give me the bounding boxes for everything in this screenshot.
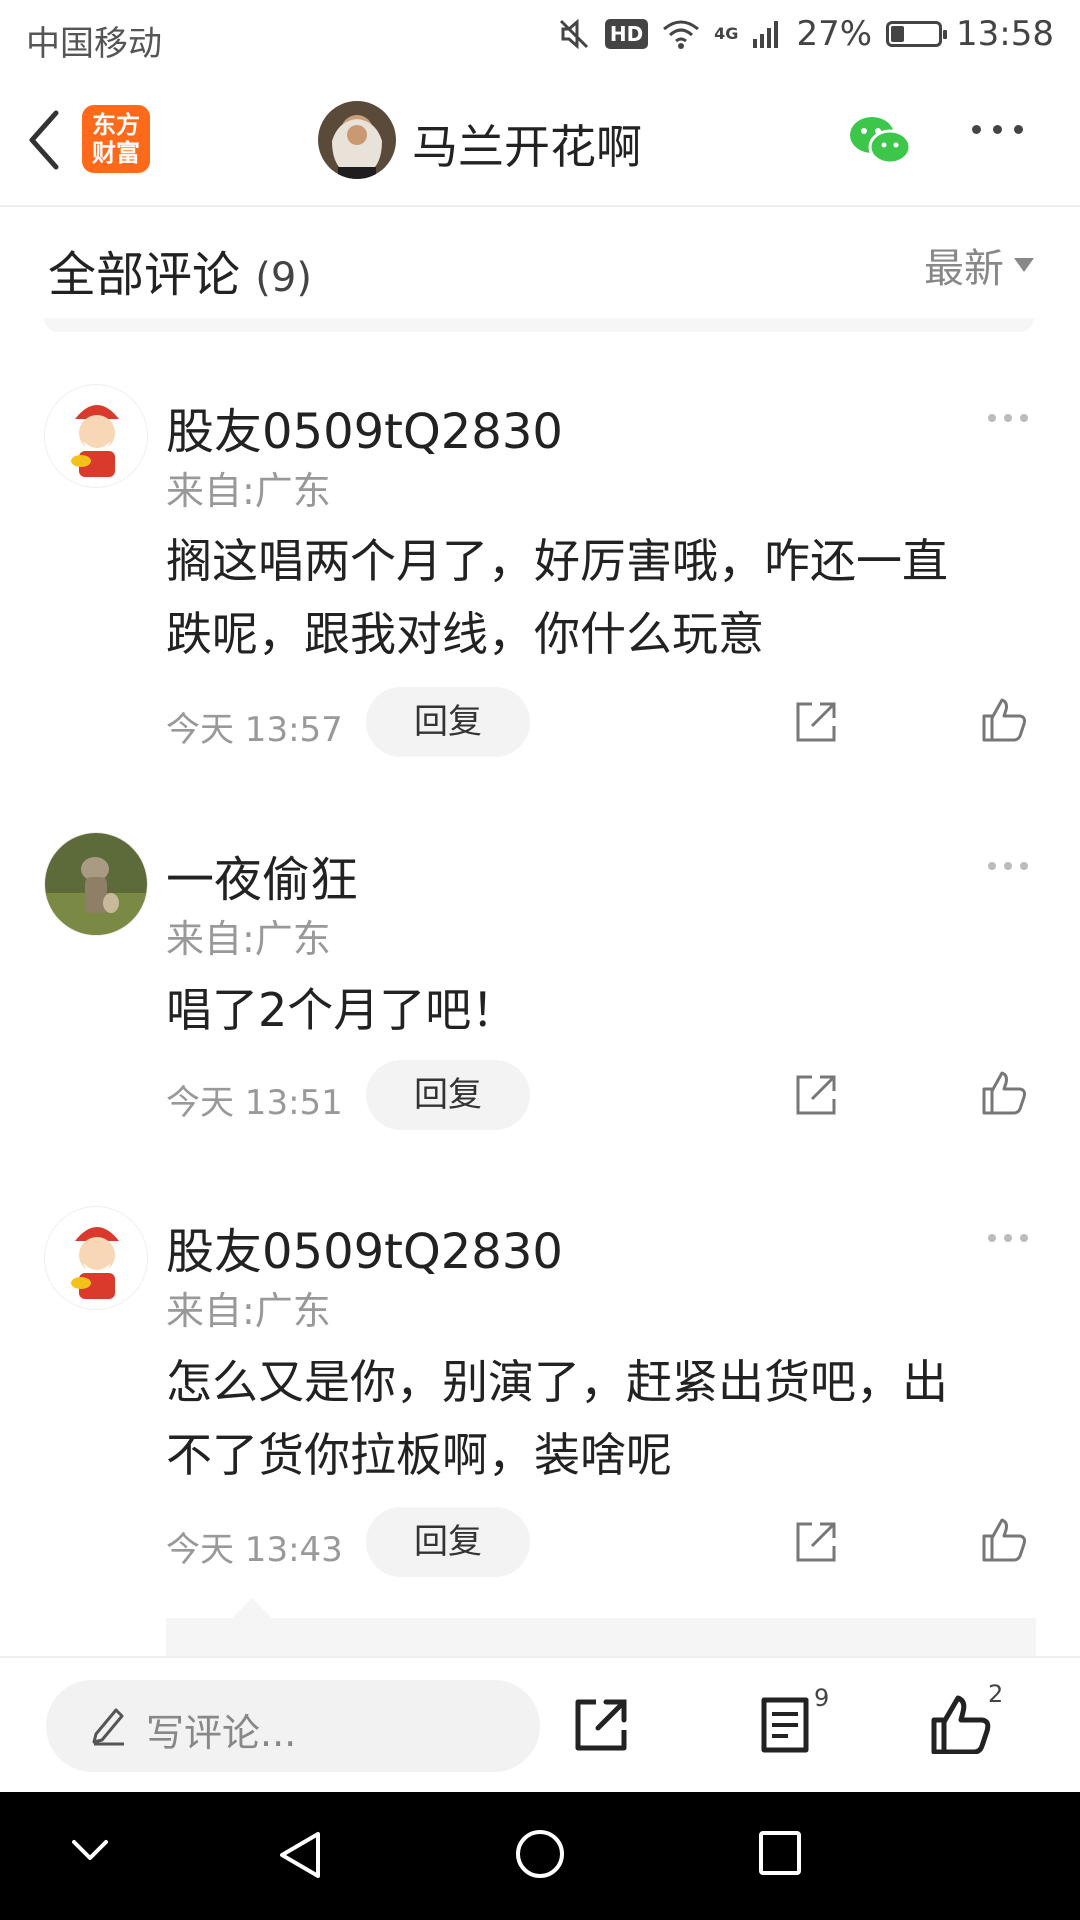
like-icon[interactable]	[980, 696, 1028, 744]
divider	[44, 318, 1034, 332]
sort-label: 最新	[924, 246, 1004, 292]
carrier-label: 中国移动	[26, 24, 162, 64]
comment-more-icon[interactable]	[988, 862, 1028, 870]
share-icon[interactable]	[792, 1071, 840, 1119]
battery-icon	[886, 21, 948, 47]
user-avatar[interactable]	[44, 384, 148, 488]
comment-text: 怎么又是你，别演了，赶紧出货吧，出 不了货你拉板啊，装啥呢	[166, 1346, 1046, 1492]
comment-more-icon[interactable]	[988, 414, 1028, 422]
comment-text-line: 怎么又是你，别演了，赶紧出货吧，出	[166, 1355, 948, 1409]
comments-count: (9)	[255, 255, 312, 301]
comments-header: 全部评论 (9)	[48, 235, 312, 305]
write-comment-input[interactable]: 写评论...	[46, 1680, 540, 1772]
comment-text-line: 搁这唱两个月了，好厉害哦，咋还一直	[166, 534, 948, 588]
like-icon[interactable]	[930, 1694, 992, 1754]
network-type: 4G	[714, 24, 739, 43]
author-avatar[interactable]	[318, 101, 396, 179]
comment-text-line: 不了货你拉板啊，装啥呢	[166, 1428, 672, 1482]
pencil-icon	[92, 1708, 124, 1746]
hd-badge: HD	[604, 19, 649, 49]
status-bar: 中国移动 HD 4G 27% 13:58	[0, 0, 1080, 75]
nav-down-icon[interactable]	[70, 1836, 110, 1866]
share-icon[interactable]	[572, 1696, 630, 1754]
comment-username[interactable]: 股友0509tQ2830	[166, 1212, 563, 1282]
wifi-icon	[663, 20, 700, 49]
comment-text: 搁这唱两个月了，好厉害哦，咋还一直 跌呢，跟我对线，你什么玩意	[166, 525, 1046, 671]
status-icons: HD 4G 27% 13:58	[557, 14, 1054, 54]
comment-username[interactable]: 一夜偷狂	[166, 840, 358, 910]
comment-time: 今天 13:43	[166, 1530, 343, 1570]
user-avatar[interactable]	[44, 832, 148, 936]
app-logo-line2: 财富	[92, 139, 140, 167]
comment-count-badge: 9	[814, 1684, 830, 1712]
comment-username[interactable]: 股友0509tQ2830	[166, 392, 563, 462]
comment-list-icon[interactable]	[758, 1696, 812, 1754]
nav-back-icon[interactable]	[276, 1828, 326, 1882]
sub-reply-pointer	[232, 1598, 272, 1618]
battery-percent: 27%	[796, 14, 873, 54]
caret-down-icon	[1014, 258, 1034, 272]
comment-location: 来自:广东	[166, 469, 331, 513]
comment-text-line: 跌呢，跟我对线，你什么玩意	[166, 607, 764, 661]
comment-text: 唱了2个月了吧！	[166, 974, 1046, 1047]
comment-text-line: 唱了2个月了吧！	[166, 983, 518, 1037]
like-count-badge: 2	[988, 1680, 1004, 1708]
author-name[interactable]: 马兰开花啊	[412, 111, 642, 177]
back-icon[interactable]	[22, 105, 72, 175]
sort-dropdown[interactable]: 最新	[924, 236, 1034, 294]
top-nav: 东方 财富 马兰开花啊	[0, 75, 1080, 207]
clock: 13:58	[956, 14, 1054, 54]
nav-home-icon[interactable]	[514, 1826, 566, 1882]
reply-button[interactable]: 回复	[366, 687, 530, 757]
sub-reply-box[interactable]	[166, 1618, 1036, 1658]
comment-more-icon[interactable]	[988, 1234, 1028, 1242]
like-icon[interactable]	[980, 1516, 1028, 1564]
comment-location: 来自:广东	[166, 1289, 331, 1333]
more-icon[interactable]	[972, 125, 1023, 134]
comments-title: 全部评论	[48, 247, 241, 303]
like-icon[interactable]	[980, 1069, 1028, 1117]
app-logo[interactable]: 东方 财富	[82, 105, 150, 173]
app-logo-line1: 东方	[92, 111, 140, 139]
reply-button[interactable]: 回复	[366, 1507, 530, 1577]
write-comment-placeholder: 写评论...	[146, 1711, 297, 1755]
comment-time: 今天 13:57	[166, 710, 343, 750]
comment-time: 今天 13:51	[166, 1083, 343, 1123]
user-avatar[interactable]	[44, 1206, 148, 1310]
wechat-icon[interactable]	[848, 113, 912, 169]
reply-button[interactable]: 回复	[366, 1060, 530, 1130]
signal-icon	[753, 21, 779, 48]
share-icon[interactable]	[792, 698, 840, 746]
bottom-action-bar: 写评论... 9 2	[0, 1656, 1080, 1794]
system-nav-bar	[0, 1792, 1080, 1920]
comment-location: 来自:广东	[166, 917, 331, 961]
nav-recent-icon[interactable]	[756, 1828, 804, 1878]
share-icon[interactable]	[792, 1518, 840, 1566]
mute-icon	[559, 18, 588, 50]
